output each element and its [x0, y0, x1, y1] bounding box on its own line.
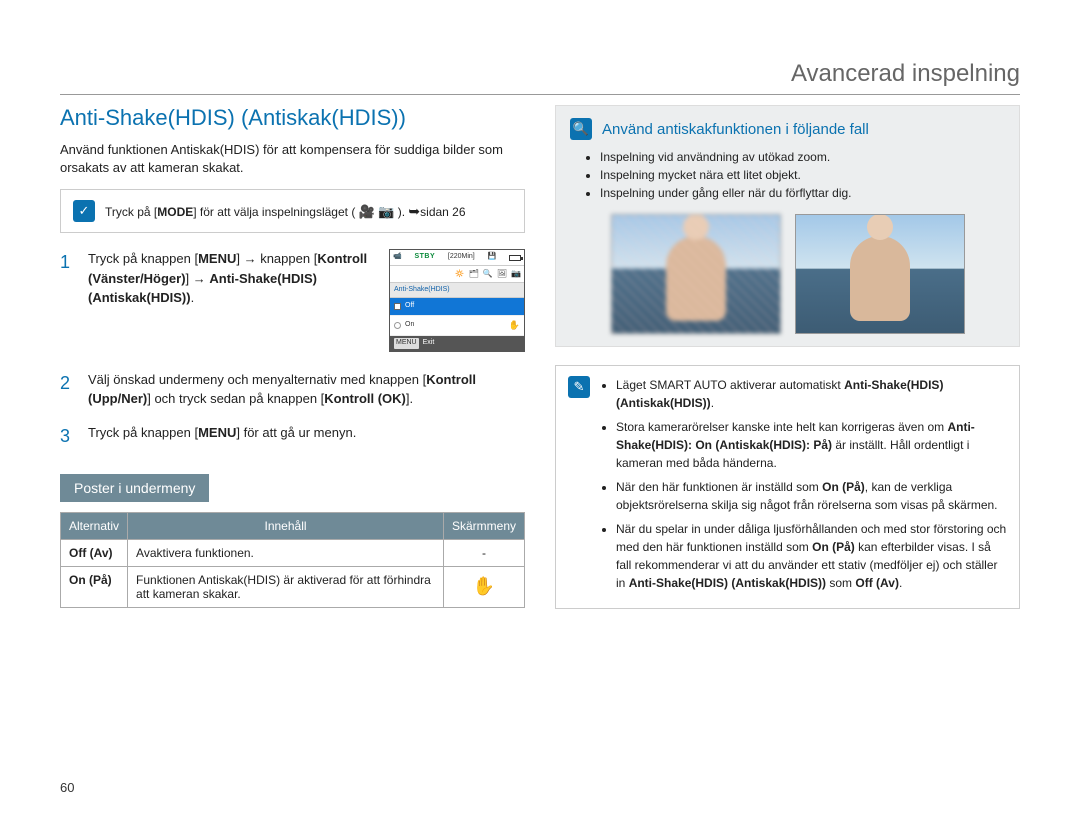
lcd-status: STBY [414, 252, 435, 263]
lcd-icon: 🗂 [469, 268, 479, 280]
section-intro: Använd funktionen Antiskak(HDIS) för att… [60, 141, 525, 177]
step-number: 2 [60, 370, 74, 409]
step-number: 3 [60, 423, 74, 450]
sample-image-shaky [611, 214, 781, 334]
lcd-icon: 📷 [511, 268, 521, 280]
lcd-screenshot: 📹 STBY [220Min] 💾 🔅 🗂 🔍 🖼 📷 [389, 249, 525, 352]
callout-item: Inspelning mycket nära ett litet objekt. [600, 166, 1005, 184]
th-innehall: Innehåll [128, 512, 444, 539]
submenu-heading: Poster i undermeny [60, 474, 209, 502]
note-item: Läget SMART AUTO aktiverar automatiskt A… [616, 376, 1007, 412]
step-number: 1 [60, 249, 74, 356]
section-title: Anti-Shake(HDIS) (Antiskak(HDIS)) [60, 105, 525, 131]
right-column: 🔍 Använd antiskakfunktionen i följande f… [555, 105, 1020, 609]
arrow-right-icon: → [193, 271, 206, 286]
check-icon: ✓ [73, 200, 95, 222]
hand-icon: ✋ [473, 576, 495, 596]
hand-icon: ✋ [509, 319, 520, 333]
arrow-right-icon: → [244, 251, 257, 266]
th-alternativ: Alternativ [61, 512, 128, 539]
battery-icon [509, 255, 521, 261]
callout-item: Inspelning vid användning av utökad zoom… [600, 148, 1005, 166]
callout-item: Inspelning under gång eller när du förfl… [600, 184, 1005, 202]
lcd-icon: 🖼 [497, 268, 507, 280]
cell-alt: On (På) [61, 566, 128, 607]
cell-screen: ✋ [443, 566, 524, 607]
magnifier-icon: 🔍 [570, 118, 592, 140]
cell-alt: Off (Av) [61, 539, 128, 566]
lcd-time: [220Min] [448, 252, 475, 263]
page-number: 60 [60, 780, 74, 795]
sample-image-stable [795, 214, 965, 334]
steps-list: 1 📹 STBY [220Min] 💾 🔅 🗂 [60, 249, 525, 450]
table-row: Off (Av) Avaktivera funktionen. - [61, 539, 525, 566]
lcd-option-on: On ✋ [390, 316, 524, 337]
use-cases-box: 🔍 Använd antiskakfunktionen i följande f… [555, 105, 1020, 347]
table-row: On (På) Funktionen Antiskak(HDIS) är akt… [61, 566, 525, 607]
note-item: Stora kamerarörelser kanske inte helt ka… [616, 418, 1007, 472]
step-2: 2 Välj önskad undermeny och menyalternat… [60, 370, 525, 409]
lcd-menu-title: Anti-Shake(HDIS) [390, 283, 524, 299]
note-item: När den här funktionen är inställd som O… [616, 478, 1007, 514]
th-skarmmeny: Skärmmeny [443, 512, 524, 539]
lcd-footer: MENU Exit [390, 336, 524, 351]
callout-title: Använd antiskakfunktionen i följande fal… [602, 121, 869, 138]
note-item: När du spelar in under dåliga ljusförhål… [616, 520, 1007, 592]
video-icon: 🎥 [359, 204, 375, 220]
page-header: Avancerad inspelning [60, 60, 1020, 95]
notes-box: ✎ Läget SMART AUTO aktiverar automatiskt… [555, 365, 1020, 609]
page-ref-icon: ➥ [408, 203, 420, 219]
note-icon: ✎ [568, 376, 590, 398]
page-title: Avancerad inspelning [60, 60, 1020, 88]
lcd-icon: 🔍 [483, 268, 493, 280]
step-3: 3 Tryck på knappen [MENU] för att gå ur … [60, 423, 525, 450]
cell-content: Funktionen Antiskak(HDIS) är aktiverad f… [128, 566, 444, 607]
step-1: 1 📹 STBY [220Min] 💾 🔅 🗂 [60, 249, 525, 356]
cell-screen: - [443, 539, 524, 566]
lcd-icon: 🔅 [455, 268, 465, 280]
mode-hint-text: Tryck på [MODE] för att välja inspelning… [105, 203, 466, 220]
camera-icon: 📷 [378, 204, 394, 220]
mode-hint-box: ✓ Tryck på [MODE] för att välja inspelni… [60, 189, 525, 233]
left-column: Anti-Shake(HDIS) (Antiskak(HDIS)) Använd… [60, 105, 525, 609]
cell-content: Avaktivera funktionen. [128, 539, 444, 566]
options-table: Alternativ Innehåll Skärmmeny Off (Av) A… [60, 512, 525, 608]
lcd-option-off: Off [390, 298, 524, 316]
